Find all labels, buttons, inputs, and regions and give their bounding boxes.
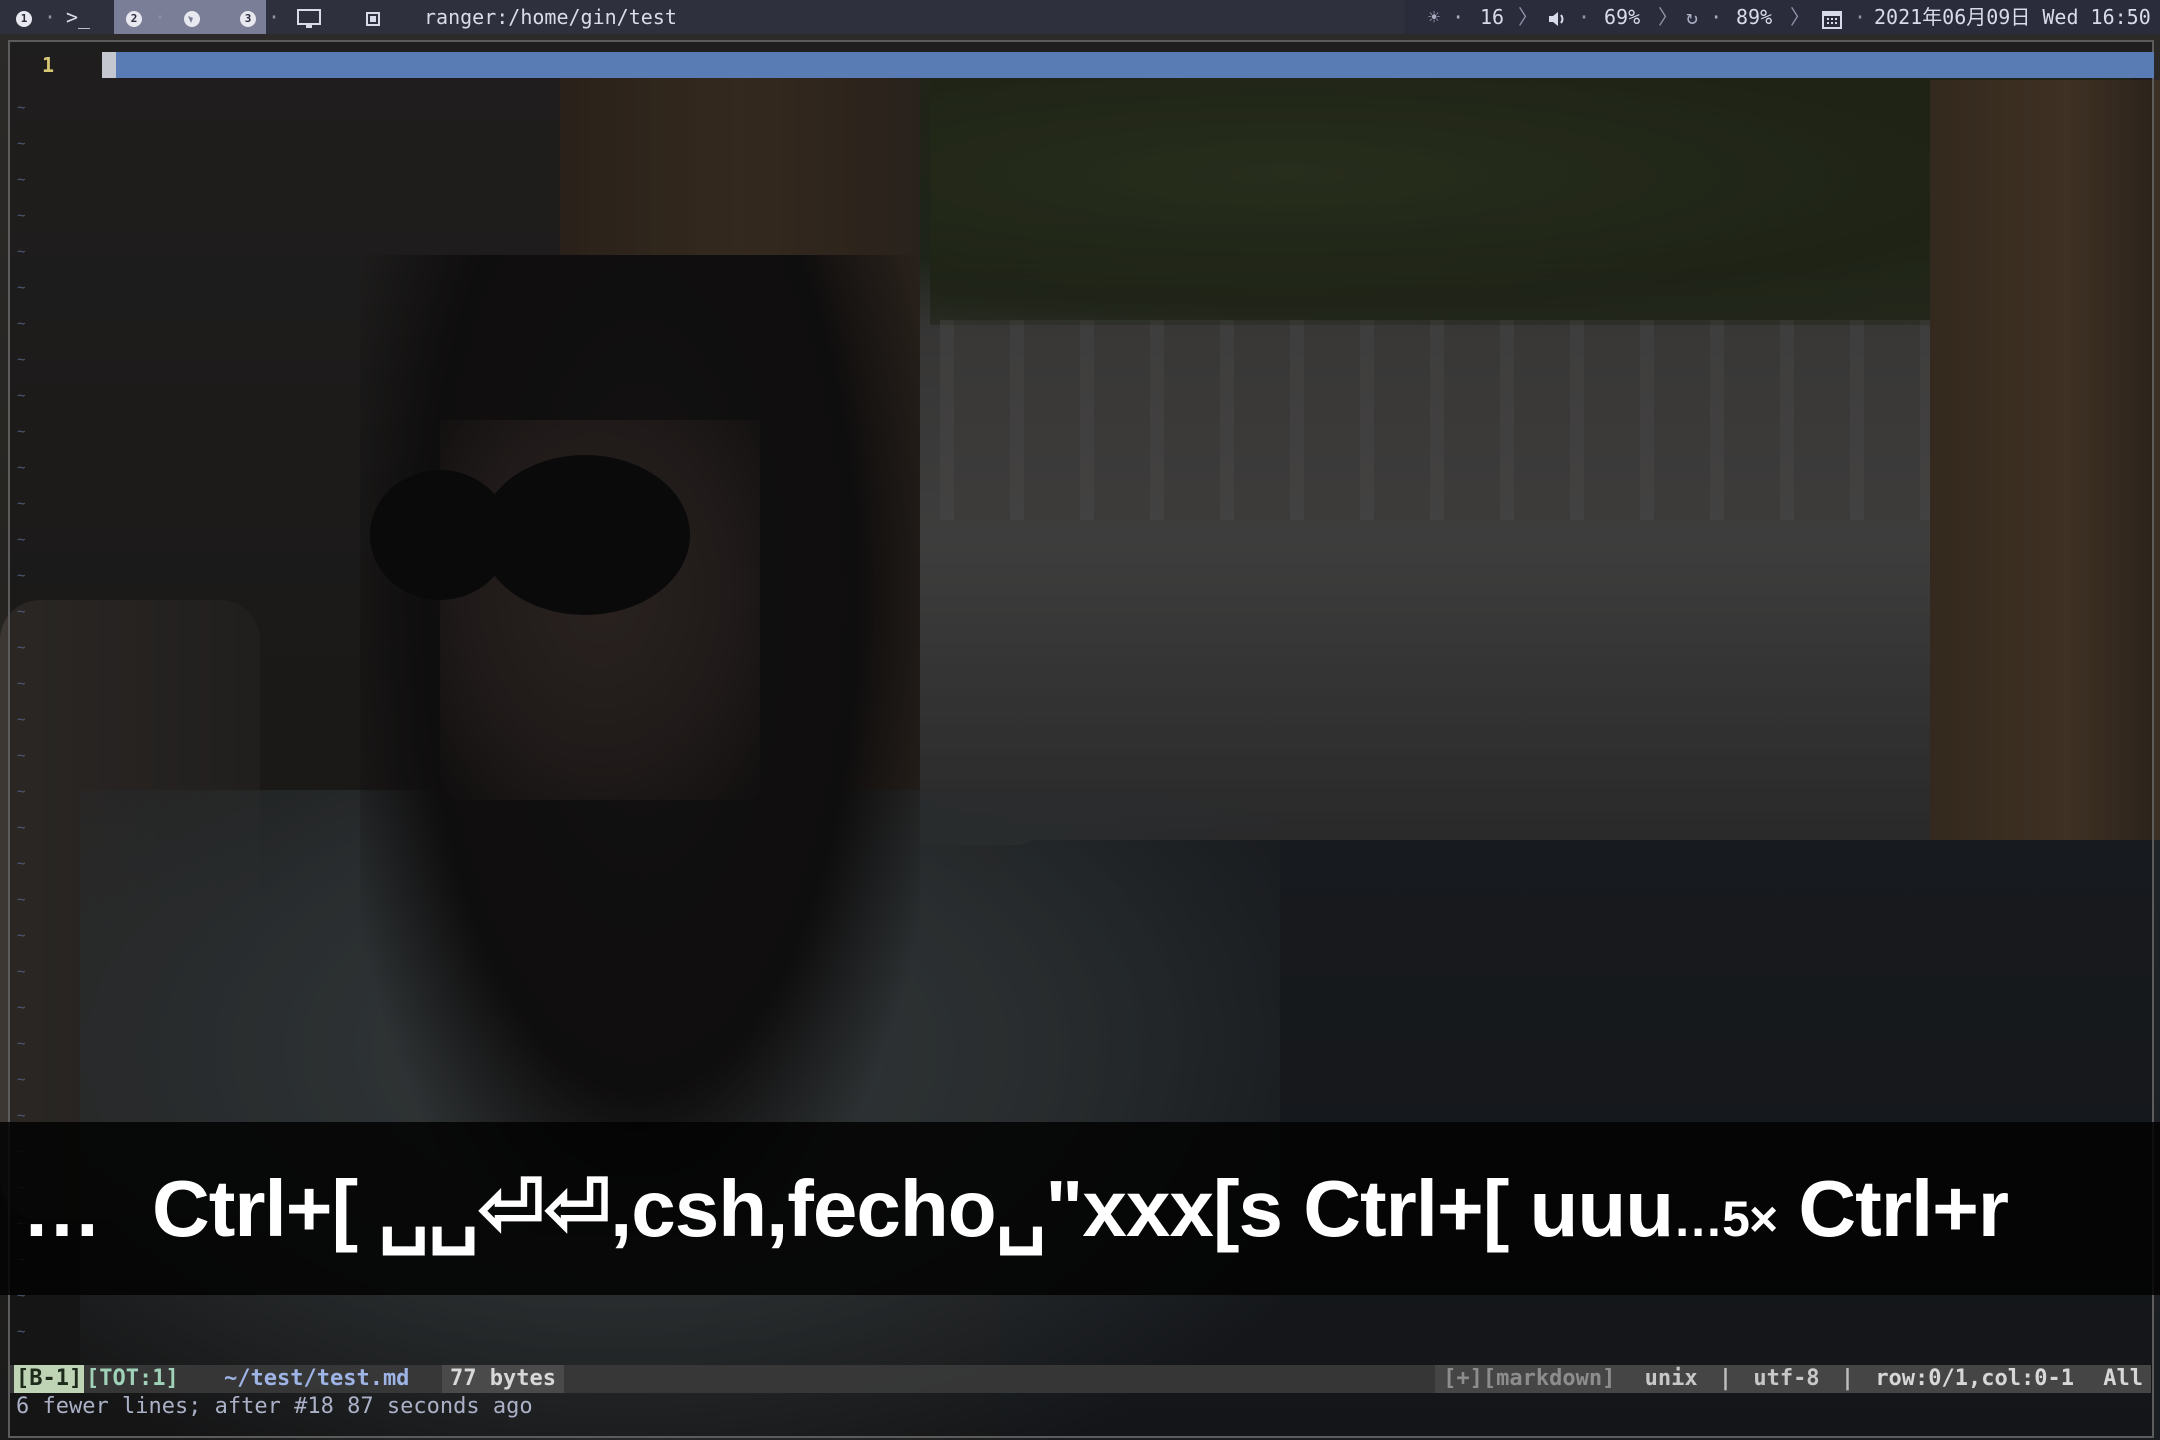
chevron-right-icon: 〉 xyxy=(1790,5,1810,29)
tilde-marker: ~ xyxy=(17,100,26,116)
cursor-line-highlight xyxy=(102,52,2154,78)
tilde-marker: ~ xyxy=(17,1324,26,1340)
tilde-marker: ~ xyxy=(17,532,26,548)
tilde-marker: ~ xyxy=(17,388,26,404)
browser-icon[interactable] xyxy=(182,0,202,34)
clock-datetime[interactable]: 2021年06月09日 Wed 16:50 xyxy=(1874,0,2151,34)
file-encoding: utf-8 xyxy=(1753,1366,1820,1391)
tilde-marker: ~ xyxy=(17,424,26,440)
chevron-right-icon: 〉 xyxy=(1518,5,1538,29)
command-message-line: 6 fewer lines; after #18 87 seconds ago xyxy=(16,1394,533,1419)
file-size: 77 bytes xyxy=(442,1365,564,1393)
divider: | xyxy=(1840,1366,1855,1391)
divider: | xyxy=(1718,1366,1733,1391)
brightness-icon[interactable]: ☀ · xyxy=(1428,0,1464,34)
file-path: ~/test/test.md xyxy=(224,1366,410,1391)
workspace-number: 3 xyxy=(240,10,256,27)
tilde-marker: ~ xyxy=(17,244,26,260)
keystroke-repeat-count: …5× xyxy=(1673,1191,1778,1247)
tilde-marker: ~ xyxy=(17,136,26,152)
tilde-marker: ~ xyxy=(17,784,26,800)
statusline-right: [+][markdown] unix | utf-8 | row:0/1,col… xyxy=(1435,1365,2151,1393)
monitor-icon[interactable] xyxy=(296,0,322,34)
workspace-2-button[interactable]: 2 · xyxy=(126,0,166,34)
text-cursor xyxy=(102,52,116,78)
tilde-marker: ~ xyxy=(17,208,26,224)
tilde-marker: ~ xyxy=(17,1072,26,1088)
tilde-marker: ~ xyxy=(17,1000,26,1016)
tilde-marker: ~ xyxy=(17,280,26,296)
tilde-marker: ~ xyxy=(17,568,26,584)
window-icon[interactable] xyxy=(366,0,380,34)
window-title: ranger:/home/gin/test xyxy=(424,5,677,29)
keystroke-ellipsis: … xyxy=(22,1164,102,1253)
workspace-number: 2 xyxy=(126,10,142,27)
vim-statusline: [B-1] [TOT:1] ~/test/test.md 77 bytes [+… xyxy=(10,1365,2151,1393)
battery-icon[interactable]: ↻ · xyxy=(1686,0,1722,34)
brightness-value: 16 xyxy=(1480,5,1505,29)
tilde-marker: ~ xyxy=(17,964,26,980)
tilde-marker: ~ xyxy=(17,604,26,620)
workspace-3-button[interactable]: 3 · xyxy=(240,0,280,34)
tilde-marker: ~ xyxy=(17,1036,26,1052)
tilde-marker: ~ xyxy=(17,352,26,368)
tilde-marker: ~ xyxy=(17,640,26,656)
tilde-marker: ~ xyxy=(17,316,26,332)
tilde-marker: ~ xyxy=(17,820,26,836)
tilde-marker: ~ xyxy=(17,712,26,728)
volume-value: 69% xyxy=(1604,5,1641,29)
cursor-position: row:0/1,col:0-1 xyxy=(1875,1366,2074,1391)
buffer-badge[interactable]: [B-1] xyxy=(14,1365,85,1393)
workspace-1-button[interactable]: 1 · xyxy=(16,0,56,34)
file-format: unix xyxy=(1644,1366,1698,1391)
tilde-marker: ~ xyxy=(17,676,26,692)
tilde-marker: ~ xyxy=(17,460,26,476)
top-status-bar: 1 · >_ 2 · 3 · ranger:/home/gin/test ☀ ·… xyxy=(0,0,2160,34)
battery-value: 89% xyxy=(1736,5,1773,29)
scroll-indicator: All xyxy=(2103,1366,2143,1391)
total-buffers-badge: [TOT:1] xyxy=(86,1366,179,1391)
volume-icon[interactable]: · xyxy=(1548,0,1590,34)
keystroke-sequence: Ctrl+[ ␣␣⏎⏎,csh,fecho␣"xxx[s Ctrl+[ uuu xyxy=(152,1164,1674,1253)
tilde-marker: ~ xyxy=(17,172,26,188)
workspace-number: 1 xyxy=(16,10,32,27)
tilde-marker: ~ xyxy=(17,748,26,764)
keystroke-sequence-wrap: Ctrl+[ ␣␣⏎⏎,csh,fecho␣"xxx[s Ctrl+[ uuu…… xyxy=(152,1122,2009,1295)
calendar-icon[interactable]: · xyxy=(1822,0,1866,34)
terminal-icon[interactable]: >_ xyxy=(66,0,90,34)
tilde-marker: ~ xyxy=(17,856,26,872)
tilde-marker: ~ xyxy=(17,892,26,908)
tilde-marker: ~ xyxy=(17,928,26,944)
line-number: 1 xyxy=(42,53,55,77)
keystroke-tail: Ctrl+r xyxy=(1777,1164,2009,1253)
chevron-right-icon: 〉 xyxy=(1658,5,1678,29)
keystroke-overlay: … Ctrl+[ ␣␣⏎⏎,csh,fecho␣"xxx[s Ctrl+[ uu… xyxy=(0,1122,2160,1295)
tilde-marker: ~ xyxy=(17,496,26,512)
filetype-indicator: [+][markdown] xyxy=(1443,1366,1616,1391)
